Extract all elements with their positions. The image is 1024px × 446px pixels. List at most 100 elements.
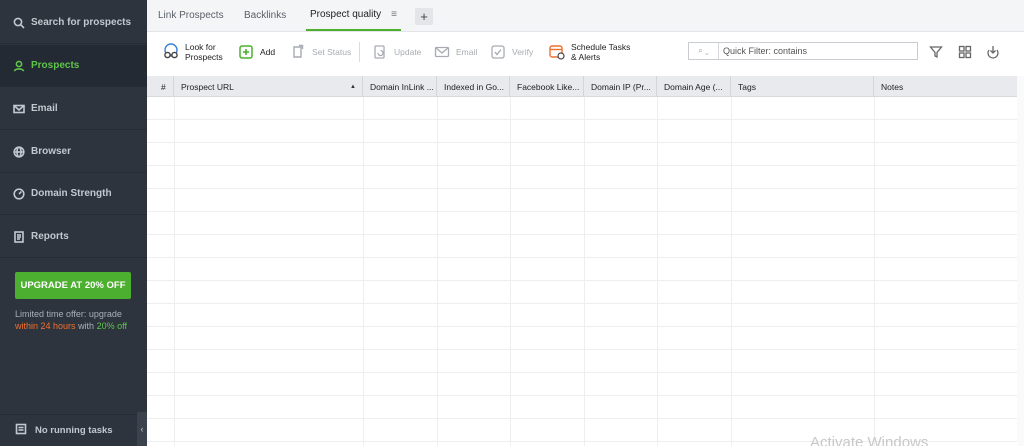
table-row[interactable] bbox=[147, 327, 1017, 350]
sidebar-item-prospects[interactable]: Prospects bbox=[0, 45, 147, 87]
tab-bar: Link Prospects Backlinks Prospect qualit… bbox=[147, 0, 1024, 32]
verify-label: Verify bbox=[512, 47, 534, 57]
set-status-button[interactable]: Set Status bbox=[289, 32, 351, 72]
column-header-notes[interactable]: Notes bbox=[874, 76, 1017, 97]
tab-label: Link Prospects bbox=[158, 10, 224, 21]
toolbar-divider bbox=[359, 42, 360, 62]
globe-icon bbox=[12, 145, 25, 158]
check-square-icon bbox=[489, 43, 507, 61]
tasks-status-label: No running tasks bbox=[35, 425, 113, 436]
offer-percent: 20% off bbox=[96, 321, 127, 331]
look-for-line2: Prospects bbox=[185, 52, 223, 62]
tasks-list-icon bbox=[15, 423, 27, 438]
report-icon bbox=[12, 230, 25, 243]
add-button[interactable]: Add bbox=[237, 32, 275, 72]
schedule-line2: & Alerts bbox=[571, 52, 601, 62]
table-header: # Prospect URL ▲ Domain InLink ... Index… bbox=[147, 76, 1017, 97]
table-row[interactable] bbox=[147, 143, 1017, 166]
look-for-label: Look for Prospects bbox=[185, 42, 223, 62]
column-header-prospect-url[interactable]: Prospect URL ▲ bbox=[174, 76, 363, 97]
column-header-number[interactable]: # bbox=[147, 76, 174, 97]
prospects-table: # Prospect URL ▲ Domain InLink ... Index… bbox=[147, 76, 1017, 446]
column-header-tags[interactable]: Tags bbox=[731, 76, 874, 97]
table-row[interactable] bbox=[147, 212, 1017, 235]
update-label: Update bbox=[394, 47, 422, 57]
table-row[interactable] bbox=[147, 281, 1017, 304]
sidebar-item-browser[interactable]: Browser bbox=[0, 131, 147, 173]
toolbar: Look for Prospects Add Set Status Update bbox=[147, 32, 1024, 74]
table-row[interactable] bbox=[147, 396, 1017, 419]
gauge-icon bbox=[12, 187, 25, 200]
tab-label: Prospect quality bbox=[310, 9, 382, 20]
sidebar-item-label: Search for prospects bbox=[31, 17, 132, 28]
app-window: Search for prospects Prospects Email Bro… bbox=[0, 0, 1024, 446]
export-icon[interactable] bbox=[985, 44, 1001, 60]
table-row[interactable] bbox=[147, 304, 1017, 327]
add-label: Add bbox=[260, 47, 276, 57]
mail-icon bbox=[12, 102, 25, 115]
search-icon bbox=[12, 16, 25, 29]
grid-view-icon[interactable] bbox=[957, 44, 973, 60]
envelope-icon bbox=[433, 43, 451, 61]
status-icon bbox=[289, 43, 307, 61]
tab-menu-icon[interactable]: ≡ bbox=[391, 9, 397, 20]
tab-link-prospects[interactable]: Link Prospects bbox=[158, 0, 224, 31]
verify-button[interactable]: Verify bbox=[489, 32, 533, 72]
filter-scope-dropdown[interactable]: ⌕ ⌄ bbox=[689, 43, 719, 59]
running-tasks-status[interactable]: No running tasks bbox=[0, 414, 140, 446]
set-status-label: Set Status bbox=[312, 47, 352, 57]
look-for-line1: Look for bbox=[185, 42, 216, 52]
table-row[interactable] bbox=[147, 189, 1017, 212]
sidebar-item-label: Prospects bbox=[31, 60, 80, 71]
sidebar-item-email[interactable]: Email bbox=[0, 88, 147, 130]
activation-watermark: Activate Windows bbox=[810, 434, 929, 446]
binoculars-globe-icon bbox=[162, 43, 180, 61]
filter-icon[interactable] bbox=[928, 44, 944, 60]
schedule-line1: Schedule Tasks bbox=[571, 42, 631, 52]
add-tab-button[interactable]: + bbox=[415, 8, 433, 25]
calendar-alarm-icon bbox=[548, 43, 566, 61]
sidebar-item-search-for-prospects[interactable]: Search for prospects bbox=[0, 2, 147, 44]
upgrade-offer-text: Limited time offer: upgrade within 24 ho… bbox=[15, 308, 143, 332]
update-button[interactable]: Update bbox=[371, 32, 421, 72]
vertical-scrollbar[interactable] bbox=[1017, 76, 1024, 446]
sidebar: Search for prospects Prospects Email Bro… bbox=[0, 0, 147, 446]
sidebar-item-label: Email bbox=[31, 103, 58, 114]
tab-prospect-quality[interactable]: Prospect quality ≡ bbox=[306, 0, 401, 31]
email-label: Email bbox=[456, 47, 478, 57]
column-header-domain-age[interactable]: Domain Age (... bbox=[657, 76, 731, 97]
column-header-label: Prospect URL bbox=[181, 81, 234, 92]
sidebar-item-domain-strength[interactable]: Domain Strength bbox=[0, 173, 147, 215]
sidebar-item-reports[interactable]: Reports bbox=[0, 216, 147, 258]
user-icon bbox=[12, 59, 25, 72]
refresh-doc-icon bbox=[371, 43, 389, 61]
table-row[interactable] bbox=[147, 373, 1017, 396]
column-header-domain-inlink[interactable]: Domain InLink ... bbox=[363, 76, 437, 97]
sidebar-item-label: Browser bbox=[31, 146, 72, 157]
sidebar-collapse-button[interactable]: ‹ bbox=[137, 412, 147, 446]
upgrade-button[interactable]: UPGRADE AT 20% OFF bbox=[15, 272, 131, 299]
table-row[interactable] bbox=[147, 258, 1017, 281]
schedule-label: Schedule Tasks & Alerts bbox=[571, 42, 630, 62]
table-row[interactable] bbox=[147, 235, 1017, 258]
table-row[interactable] bbox=[147, 97, 1017, 120]
look-for-prospects-button[interactable]: Look for Prospects bbox=[162, 32, 223, 72]
column-header-domain-ip[interactable]: Domain IP (Pr... bbox=[584, 76, 657, 97]
column-header-indexed-in-google[interactable]: Indexed in Go... bbox=[437, 76, 510, 97]
table-row[interactable] bbox=[147, 350, 1017, 373]
plus-square-icon bbox=[237, 43, 255, 61]
sidebar-item-label: Domain Strength bbox=[31, 188, 112, 199]
quick-filter: ⌕ ⌄ bbox=[688, 42, 918, 60]
offer-line: Limited time offer: upgrade bbox=[15, 309, 122, 319]
sort-ascending-icon: ▲ bbox=[350, 83, 356, 90]
table-row[interactable] bbox=[147, 120, 1017, 143]
offer-hours: within 24 hours bbox=[15, 321, 76, 331]
quick-filter-input[interactable] bbox=[719, 46, 909, 56]
email-button[interactable]: Email bbox=[433, 32, 477, 72]
table-row[interactable] bbox=[147, 166, 1017, 189]
sidebar-item-label: Reports bbox=[31, 231, 69, 242]
schedule-tasks-button[interactable]: Schedule Tasks & Alerts bbox=[548, 32, 630, 72]
tab-backlinks[interactable]: Backlinks bbox=[244, 0, 286, 31]
tab-label: Backlinks bbox=[244, 10, 287, 21]
column-header-facebook-likes[interactable]: Facebook Like... bbox=[510, 76, 584, 97]
